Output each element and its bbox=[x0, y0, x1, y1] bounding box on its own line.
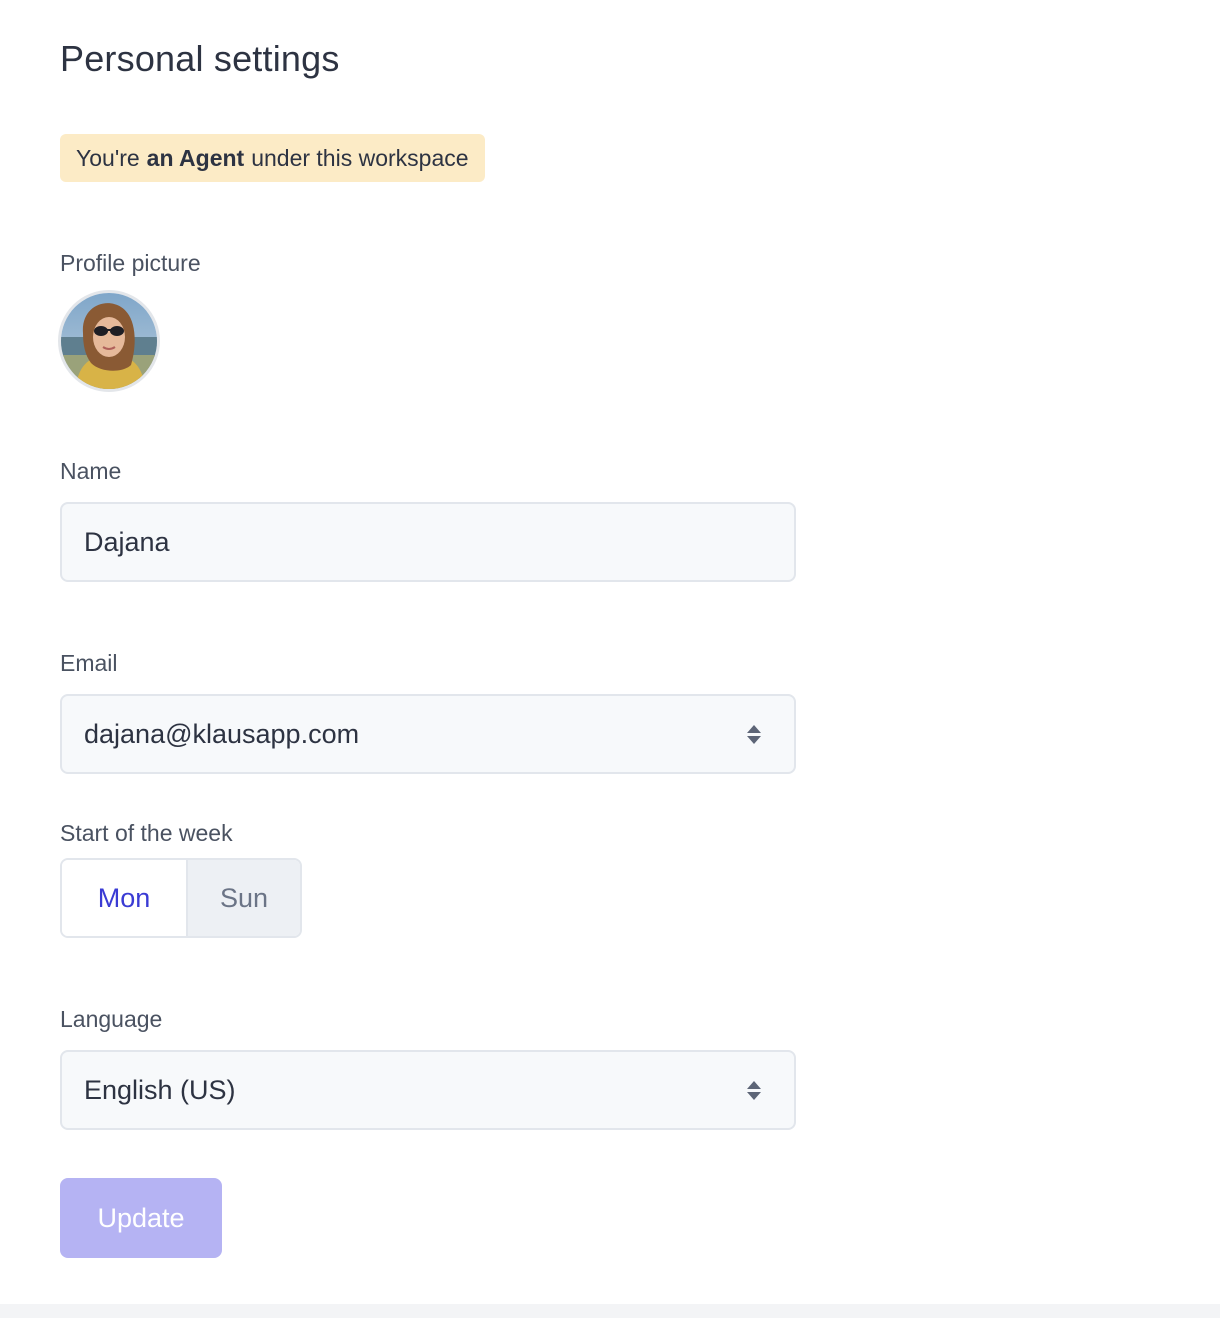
profile-picture-label: Profile picture bbox=[60, 250, 201, 276]
select-arrows-icon bbox=[746, 1077, 762, 1103]
avatar-photo bbox=[61, 293, 157, 389]
week-start-toggle: Mon Sun bbox=[60, 858, 302, 938]
update-button[interactable]: Update bbox=[60, 1178, 222, 1258]
week-start-label: Start of the week bbox=[60, 820, 233, 846]
role-banner-role: an Agent bbox=[146, 144, 245, 171]
week-start-option-sun[interactable]: Sun bbox=[188, 860, 300, 936]
settings-page: Personal settings You're an Agent under … bbox=[0, 0, 1220, 1304]
name-input-value: Dajana bbox=[84, 526, 170, 557]
page-title: Personal settings bbox=[60, 38, 340, 79]
language-select[interactable]: English (US) bbox=[60, 1050, 796, 1130]
email-select[interactable]: dajana@klausapp.com bbox=[60, 694, 796, 774]
role-banner-suffix: under this workspace bbox=[251, 144, 469, 171]
week-start-option-mon[interactable]: Mon bbox=[62, 860, 188, 936]
name-input[interactable]: Dajana bbox=[60, 502, 796, 582]
select-arrows-icon bbox=[746, 721, 762, 747]
name-label: Name bbox=[60, 458, 122, 484]
page-bottom-edge bbox=[0, 1304, 1220, 1318]
email-select-value: dajana@klausapp.com bbox=[84, 718, 360, 749]
role-banner: You're an Agent under this workspace bbox=[60, 134, 485, 182]
role-banner-prefix: You're bbox=[76, 144, 140, 171]
email-label: Email bbox=[60, 650, 118, 676]
language-select-value: English (US) bbox=[84, 1074, 236, 1105]
avatar[interactable] bbox=[58, 290, 160, 392]
language-label: Language bbox=[60, 1006, 163, 1032]
